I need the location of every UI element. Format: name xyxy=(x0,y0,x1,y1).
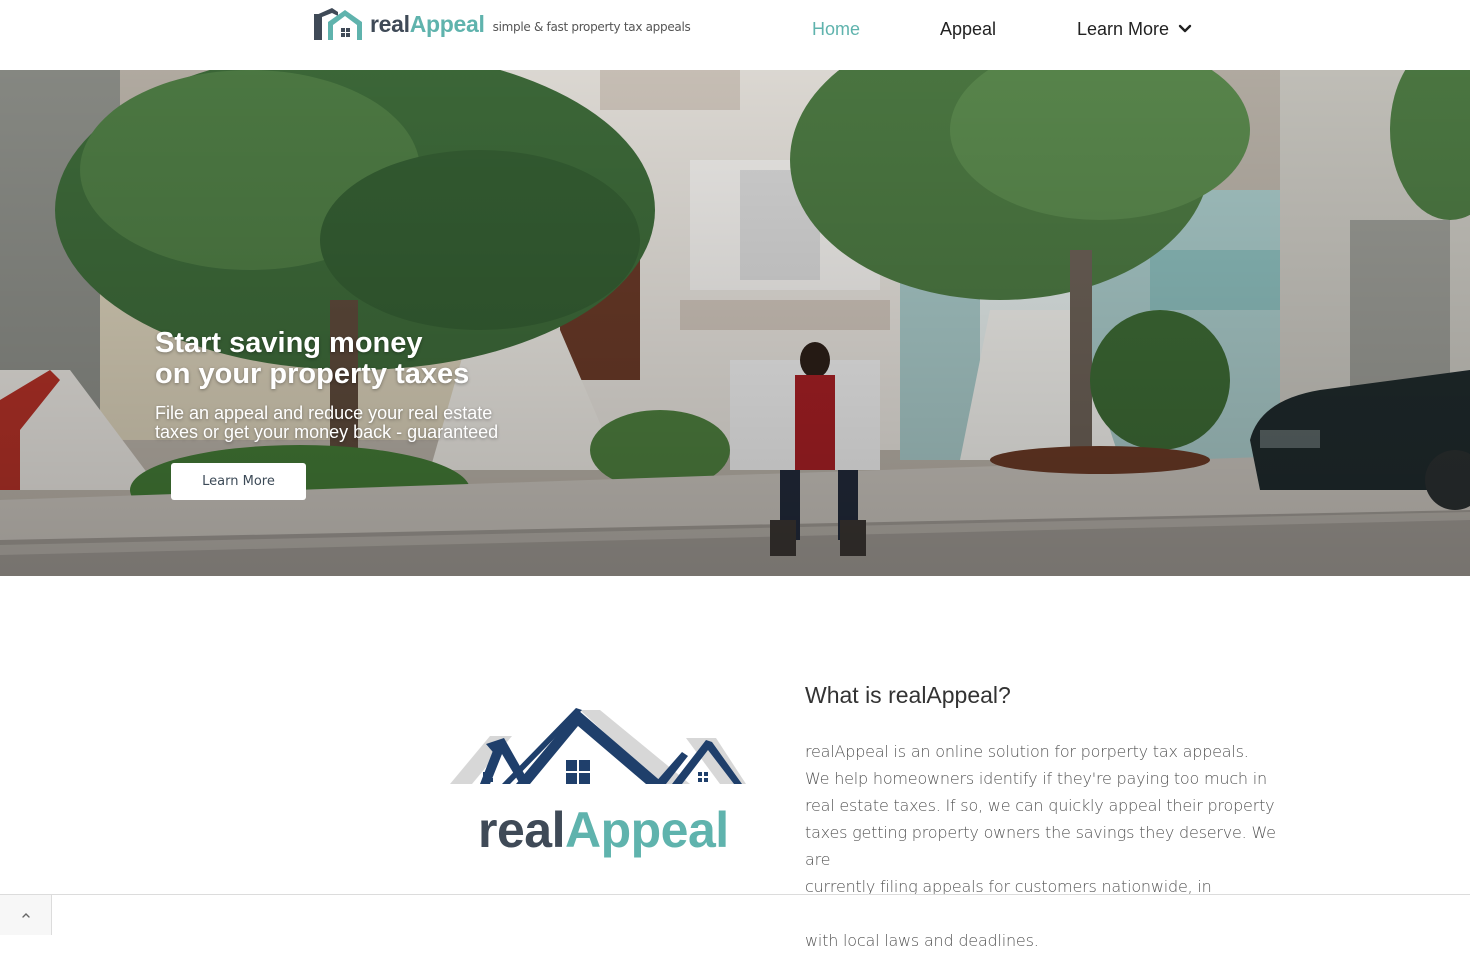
hero-title-line: on your property taxes xyxy=(155,358,470,390)
site-header: realAppeal simple & fast property tax ap… xyxy=(0,0,1470,70)
about-brand-real: real xyxy=(478,802,565,858)
about-description-line: taxes getting property owners the saving… xyxy=(805,823,1276,869)
about-description-line: realAppeal is an online solution for por… xyxy=(805,742,1249,761)
chevron-down-icon xyxy=(1178,24,1192,33)
brand-name-appeal: Appeal xyxy=(409,10,485,37)
about-heading: What is realAppeal? xyxy=(805,682,1011,708)
hero-subtitle: File an appeal and reduce your real esta… xyxy=(155,404,515,442)
brand-name: realAppeal xyxy=(370,11,485,38)
hero-title: Start saving money on your property taxe… xyxy=(155,328,515,390)
nav-learn-more-label: Learn More xyxy=(1077,18,1170,39)
nav-home-label: Home xyxy=(812,18,861,39)
hero-street-image xyxy=(0,70,1470,576)
brand-tagline: simple & fast property tax appeals xyxy=(492,20,691,34)
about-brand-appeal: Appeal xyxy=(564,802,729,858)
hero-subtitle-line: taxes or get your money back - guarantee… xyxy=(155,422,499,442)
bottom-bar xyxy=(0,894,1470,935)
nav-appeal[interactable]: Appeal xyxy=(940,16,996,42)
house-roof-logo-icon xyxy=(450,708,746,784)
hero-subtitle-line: File an appeal and reduce your real esta… xyxy=(155,403,493,423)
nav-learn-more[interactable]: Learn More xyxy=(1077,16,1193,42)
scroll-to-top-button[interactable] xyxy=(0,895,52,935)
nav-home[interactable]: Home xyxy=(812,16,860,42)
caret-up-icon xyxy=(21,913,30,918)
nav-appeal-label: Appeal xyxy=(940,18,997,39)
house-logo-icon xyxy=(314,8,362,40)
brand-name-real: real xyxy=(370,10,410,37)
hero-banner: Start saving money on your property taxe… xyxy=(0,70,1470,576)
hero-copy: Start saving money on your property taxe… xyxy=(155,328,515,442)
hero-learn-more-button[interactable]: Learn More xyxy=(171,463,306,500)
about-description-line: We help homeowners identify if they're p… xyxy=(805,769,1267,788)
about-description-line: real estate taxes. If so, we can quickly… xyxy=(805,796,1275,815)
brand-link[interactable]: realAppeal simple & fast property tax ap… xyxy=(312,4,691,44)
about-brand-wordmark: realAppeal xyxy=(478,800,729,860)
hero-title-line: Start saving money xyxy=(155,327,423,359)
